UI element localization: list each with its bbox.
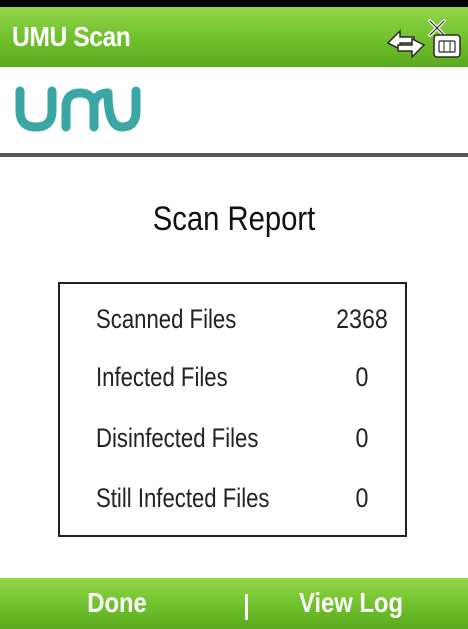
softkey-bar: Done View Log [0,578,468,629]
report-row-scanned: Scanned Files 2368 [60,304,405,344]
report-title: Scan Report [152,200,316,238]
report-row-disinfected: Disinfected Files 0 [60,423,405,463]
row-label: Infected Files [96,362,228,392]
no-sim-icon [428,19,461,58]
status-icons [386,19,461,59]
row-value: 0 [355,483,369,513]
row-label: Still Infected Files [96,483,270,513]
top-strip [0,0,468,7]
report-table: Scanned Files 2368 Infected Files 0 Disi… [58,282,407,537]
logo-area [0,67,468,153]
row-label: Scanned Files [96,304,237,334]
row-value: 0 [355,362,369,392]
done-softkey[interactable]: Done [18,587,217,619]
sync-connection-icon [386,29,426,59]
row-value: 0 [355,423,369,453]
report-row-still-infected: Still Infected Files 0 [60,483,405,523]
umu-logo [15,86,141,132]
app-title: UMU Scan [12,21,131,52]
header-divider [0,153,468,157]
row-value: 2368 [336,304,388,334]
softkey-separator [245,594,248,620]
view-log-softkey[interactable]: View Log [252,587,451,619]
report-row-infected: Infected Files 0 [60,362,405,402]
row-label: Disinfected Files [96,423,259,453]
title-bar: UMU Scan [0,7,468,67]
